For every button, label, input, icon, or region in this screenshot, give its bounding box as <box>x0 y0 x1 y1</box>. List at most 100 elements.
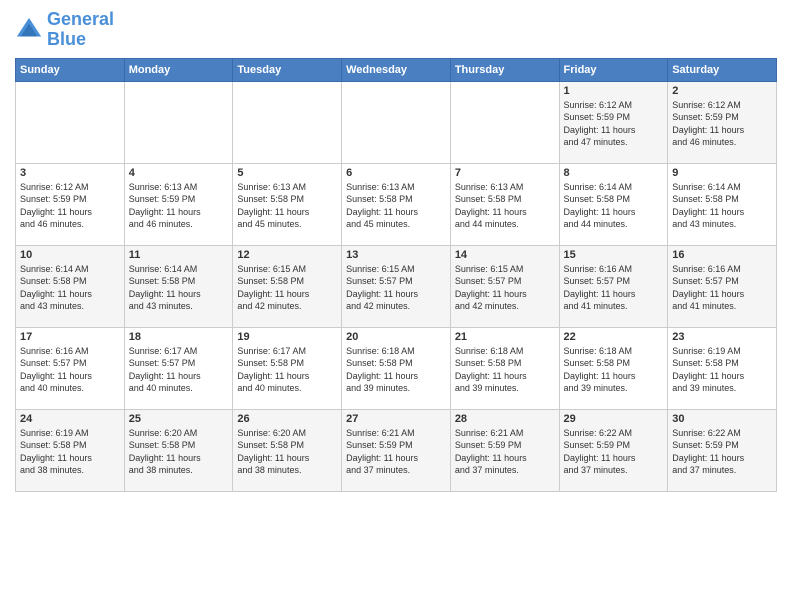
day-number: 29 <box>564 413 664 425</box>
day-info: Sunrise: 6:16 AM Sunset: 5:57 PM Dayligh… <box>672 263 772 313</box>
calendar-cell: 5 Sunrise: 6:13 AM Sunset: 5:58 PM Daylig… <box>233 163 342 245</box>
logo-icon <box>15 16 43 44</box>
calendar-cell: 28 Sunrise: 6:21 AM Sunset: 5:59 PM Dayli… <box>450 409 559 491</box>
day-info: Sunrise: 6:19 AM Sunset: 5:58 PM Dayligh… <box>672 345 772 395</box>
day-info: Sunrise: 6:17 AM Sunset: 5:58 PM Dayligh… <box>237 345 337 395</box>
day-info: Sunrise: 6:12 AM Sunset: 5:59 PM Dayligh… <box>20 181 120 231</box>
day-number: 20 <box>346 331 446 343</box>
day-number: 18 <box>129 331 229 343</box>
calendar-week-4: 17Sunrise: 6:16 AM Sunset: 5:57 PM Dayli… <box>16 327 777 409</box>
calendar-cell <box>233 81 342 163</box>
day-info: Sunrise: 6:21 AM Sunset: 5:59 PM Dayligh… <box>455 427 555 477</box>
day-number: 28 <box>455 413 555 425</box>
day-info: Sunrise: 6:16 AM Sunset: 5:57 PM Dayligh… <box>20 345 120 395</box>
day-number: 7 <box>455 167 555 179</box>
day-info: Sunrise: 6:18 AM Sunset: 5:58 PM Dayligh… <box>564 345 664 395</box>
calendar-cell: 18 Sunrise: 6:17 AM Sunset: 5:57 PM Dayli… <box>124 327 233 409</box>
day-number: 11 <box>129 249 229 261</box>
calendar-cell: 7Sunrise: 6:13 AM Sunset: 5:58 PM Daylig… <box>450 163 559 245</box>
calendar-week-5: 24 Sunrise: 6:19 AM Sunset: 5:58 PM Dayli… <box>16 409 777 491</box>
day-info: Sunrise: 6:14 AM Sunset: 5:58 PM Dayligh… <box>20 263 120 313</box>
day-info: Sunrise: 6:21 AM Sunset: 5:59 PM Dayligh… <box>346 427 446 477</box>
calendar-cell: 4 Sunrise: 6:13 AM Sunset: 5:59 PM Daylig… <box>124 163 233 245</box>
calendar-cell: 10 Sunrise: 6:14 AM Sunset: 5:58 PM Dayli… <box>16 245 125 327</box>
day-number: 21 <box>455 331 555 343</box>
weekday-header-thursday: Thursday <box>450 58 559 81</box>
calendar-cell: 29 Sunrise: 6:22 AM Sunset: 5:59 PM Dayli… <box>559 409 668 491</box>
day-number: 30 <box>672 413 772 425</box>
calendar-cell: 17Sunrise: 6:16 AM Sunset: 5:57 PM Dayli… <box>16 327 125 409</box>
calendar-cell: 19Sunrise: 6:17 AM Sunset: 5:58 PM Dayli… <box>233 327 342 409</box>
calendar-header-row: SundayMondayTuesdayWednesdayThursdayFrid… <box>16 58 777 81</box>
calendar-cell: 2 Sunrise: 6:12 AM Sunset: 5:59 PM Daylig… <box>668 81 777 163</box>
calendar-week-1: 1 Sunrise: 6:12 AM Sunset: 5:59 PM Daylig… <box>16 81 777 163</box>
day-info: Sunrise: 6:15 AM Sunset: 5:58 PM Dayligh… <box>237 263 337 313</box>
day-number: 23 <box>672 331 772 343</box>
header: General Blue <box>15 10 777 50</box>
day-number: 14 <box>455 249 555 261</box>
day-info: Sunrise: 6:19 AM Sunset: 5:58 PM Dayligh… <box>20 427 120 477</box>
calendar-cell: 6Sunrise: 6:13 AM Sunset: 5:58 PM Daylig… <box>342 163 451 245</box>
day-info: Sunrise: 6:13 AM Sunset: 5:59 PM Dayligh… <box>129 181 229 231</box>
day-info: Sunrise: 6:12 AM Sunset: 5:59 PM Dayligh… <box>672 99 772 149</box>
calendar-cell: 26 Sunrise: 6:20 AM Sunset: 5:58 PM Dayli… <box>233 409 342 491</box>
calendar-cell <box>16 81 125 163</box>
day-number: 24 <box>20 413 120 425</box>
calendar-cell <box>450 81 559 163</box>
day-info: Sunrise: 6:14 AM Sunset: 5:58 PM Dayligh… <box>672 181 772 231</box>
page: General Blue SundayMondayTuesdayWednesda… <box>0 0 792 612</box>
day-number: 12 <box>237 249 337 261</box>
weekday-header-friday: Friday <box>559 58 668 81</box>
weekday-header-monday: Monday <box>124 58 233 81</box>
calendar-cell: 13 Sunrise: 6:15 AM Sunset: 5:57 PM Dayli… <box>342 245 451 327</box>
calendar-cell: 27 Sunrise: 6:21 AM Sunset: 5:59 PM Dayli… <box>342 409 451 491</box>
day-number: 25 <box>129 413 229 425</box>
weekday-header-tuesday: Tuesday <box>233 58 342 81</box>
calendar-cell: 9 Sunrise: 6:14 AM Sunset: 5:58 PM Daylig… <box>668 163 777 245</box>
day-number: 10 <box>20 249 120 261</box>
day-info: Sunrise: 6:22 AM Sunset: 5:59 PM Dayligh… <box>672 427 772 477</box>
calendar-cell: 11 Sunrise: 6:14 AM Sunset: 5:58 PM Dayli… <box>124 245 233 327</box>
calendar-cell: 22 Sunrise: 6:18 AM Sunset: 5:58 PM Dayli… <box>559 327 668 409</box>
day-info: Sunrise: 6:15 AM Sunset: 5:57 PM Dayligh… <box>346 263 446 313</box>
day-info: Sunrise: 6:12 AM Sunset: 5:59 PM Dayligh… <box>564 99 664 149</box>
logo-text: General Blue <box>47 10 114 50</box>
day-info: Sunrise: 6:14 AM Sunset: 5:58 PM Dayligh… <box>564 181 664 231</box>
calendar-cell: 14Sunrise: 6:15 AM Sunset: 5:57 PM Dayli… <box>450 245 559 327</box>
day-info: Sunrise: 6:20 AM Sunset: 5:58 PM Dayligh… <box>237 427 337 477</box>
day-number: 13 <box>346 249 446 261</box>
calendar-week-3: 10 Sunrise: 6:14 AM Sunset: 5:58 PM Dayli… <box>16 245 777 327</box>
calendar-table: SundayMondayTuesdayWednesdayThursdayFrid… <box>15 58 777 492</box>
day-number: 27 <box>346 413 446 425</box>
day-info: Sunrise: 6:13 AM Sunset: 5:58 PM Dayligh… <box>237 181 337 231</box>
day-info: Sunrise: 6:18 AM Sunset: 5:58 PM Dayligh… <box>346 345 446 395</box>
calendar-cell: 12 Sunrise: 6:15 AM Sunset: 5:58 PM Dayli… <box>233 245 342 327</box>
day-info: Sunrise: 6:17 AM Sunset: 5:57 PM Dayligh… <box>129 345 229 395</box>
weekday-header-sunday: Sunday <box>16 58 125 81</box>
day-number: 3 <box>20 167 120 179</box>
calendar-cell: 8 Sunrise: 6:14 AM Sunset: 5:58 PM Daylig… <box>559 163 668 245</box>
day-number: 5 <box>237 167 337 179</box>
calendar-cell: 30 Sunrise: 6:22 AM Sunset: 5:59 PM Dayli… <box>668 409 777 491</box>
calendar-cell: 21 Sunrise: 6:18 AM Sunset: 5:58 PM Dayli… <box>450 327 559 409</box>
weekday-header-saturday: Saturday <box>668 58 777 81</box>
day-info: Sunrise: 6:16 AM Sunset: 5:57 PM Dayligh… <box>564 263 664 313</box>
day-number: 9 <box>672 167 772 179</box>
logo: General Blue <box>15 10 114 50</box>
calendar-cell <box>124 81 233 163</box>
calendar-cell: 23 Sunrise: 6:19 AM Sunset: 5:58 PM Dayli… <box>668 327 777 409</box>
day-number: 22 <box>564 331 664 343</box>
calendar-cell: 24 Sunrise: 6:19 AM Sunset: 5:58 PM Dayli… <box>16 409 125 491</box>
day-number: 4 <box>129 167 229 179</box>
day-number: 2 <box>672 85 772 97</box>
day-info: Sunrise: 6:14 AM Sunset: 5:58 PM Dayligh… <box>129 263 229 313</box>
day-info: Sunrise: 6:20 AM Sunset: 5:58 PM Dayligh… <box>129 427 229 477</box>
calendar-cell: 25 Sunrise: 6:20 AM Sunset: 5:58 PM Dayli… <box>124 409 233 491</box>
calendar-cell: 1 Sunrise: 6:12 AM Sunset: 5:59 PM Daylig… <box>559 81 668 163</box>
day-info: Sunrise: 6:18 AM Sunset: 5:58 PM Dayligh… <box>455 345 555 395</box>
day-number: 1 <box>564 85 664 97</box>
day-info: Sunrise: 6:22 AM Sunset: 5:59 PM Dayligh… <box>564 427 664 477</box>
calendar-cell: 3 Sunrise: 6:12 AM Sunset: 5:59 PM Daylig… <box>16 163 125 245</box>
day-number: 8 <box>564 167 664 179</box>
day-number: 26 <box>237 413 337 425</box>
